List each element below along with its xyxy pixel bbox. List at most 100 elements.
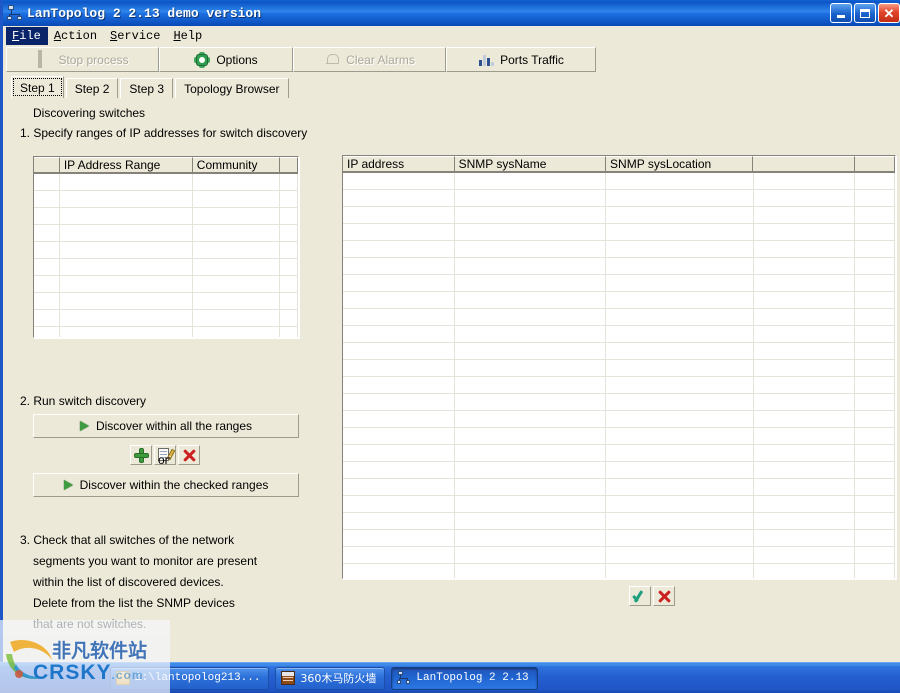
table-cell[interactable] <box>455 326 607 342</box>
discover-checked-ranges-button[interactable]: Discover within the checked ranges <box>33 473 299 497</box>
table-cell[interactable] <box>754 394 856 410</box>
menu-help[interactable]: Help <box>167 27 209 45</box>
table-row[interactable] <box>343 190 895 207</box>
table-cell[interactable] <box>455 564 607 578</box>
table-cell[interactable] <box>606 411 754 427</box>
table-cell[interactable] <box>455 428 607 444</box>
table-row[interactable] <box>34 259 298 276</box>
table-cell[interactable] <box>606 343 754 359</box>
table-cell[interactable] <box>280 208 298 224</box>
table-row[interactable] <box>343 564 895 578</box>
table-cell[interactable] <box>855 462 895 478</box>
table-cell[interactable] <box>855 513 895 529</box>
table-cell[interactable] <box>455 241 607 257</box>
table-row[interactable] <box>34 225 298 242</box>
table-cell[interactable] <box>455 479 607 495</box>
grid-col-snmp-sysname[interactable]: SNMP sysName <box>454 156 607 172</box>
table-cell[interactable] <box>193 225 281 241</box>
table-cell[interactable] <box>855 428 895 444</box>
table-cell[interactable] <box>455 394 607 410</box>
table-row[interactable] <box>343 496 895 513</box>
table-cell[interactable] <box>343 445 455 461</box>
grid-col-check[interactable] <box>34 157 60 173</box>
table-cell[interactable] <box>754 411 856 427</box>
table-cell[interactable] <box>455 207 607 223</box>
table-row[interactable] <box>343 360 895 377</box>
table-cell[interactable] <box>343 360 455 376</box>
table-cell[interactable] <box>60 327 193 337</box>
table-row[interactable] <box>34 174 298 191</box>
table-cell[interactable] <box>455 530 607 546</box>
table-cell[interactable] <box>455 360 607 376</box>
table-cell[interactable] <box>606 394 754 410</box>
table-row[interactable] <box>343 377 895 394</box>
grid-col-spare-2[interactable] <box>855 156 895 172</box>
table-row[interactable] <box>343 309 895 326</box>
table-row[interactable] <box>343 394 895 411</box>
table-cell[interactable] <box>855 394 895 410</box>
tab-topology-browser[interactable]: Topology Browser <box>175 78 289 98</box>
table-cell[interactable] <box>855 309 895 325</box>
accept-devices-button[interactable] <box>629 586 651 606</box>
delete-range-button[interactable] <box>178 445 200 465</box>
grid-col-ip-address[interactable]: IP address <box>343 156 455 172</box>
table-cell[interactable] <box>606 564 754 578</box>
table-cell[interactable] <box>343 292 455 308</box>
table-cell[interactable] <box>60 242 193 258</box>
table-cell[interactable] <box>280 191 298 207</box>
table-row[interactable] <box>343 343 895 360</box>
table-cell[interactable] <box>193 293 281 309</box>
table-cell[interactable] <box>343 530 455 546</box>
table-cell[interactable] <box>60 225 193 241</box>
table-cell[interactable] <box>343 411 455 427</box>
table-cell[interactable] <box>343 479 455 495</box>
table-row[interactable] <box>343 241 895 258</box>
table-cell[interactable] <box>343 241 455 257</box>
table-cell[interactable] <box>34 276 60 292</box>
table-cell[interactable] <box>343 343 455 359</box>
table-cell[interactable] <box>754 428 856 444</box>
table-cell[interactable] <box>855 445 895 461</box>
taskbar-item-360-firewall[interactable]: 360木马防火墙 <box>275 666 386 690</box>
table-cell[interactable] <box>455 258 607 274</box>
grid-col-snmp-syslocation[interactable]: SNMP sysLocation <box>606 156 754 172</box>
table-row[interactable] <box>34 208 298 225</box>
table-cell[interactable] <box>455 496 607 512</box>
table-cell[interactable] <box>855 479 895 495</box>
table-cell[interactable] <box>343 224 455 240</box>
table-cell[interactable] <box>34 293 60 309</box>
table-cell[interactable] <box>193 242 281 258</box>
table-cell[interactable] <box>754 258 856 274</box>
table-cell[interactable] <box>455 292 607 308</box>
table-cell[interactable] <box>343 513 455 529</box>
table-cell[interactable] <box>193 310 281 326</box>
table-row[interactable] <box>343 479 895 496</box>
table-cell[interactable] <box>193 259 281 275</box>
table-cell[interactable] <box>855 241 895 257</box>
table-cell[interactable] <box>280 293 298 309</box>
table-cell[interactable] <box>606 173 754 189</box>
table-cell[interactable] <box>60 259 193 275</box>
table-row[interactable] <box>343 224 895 241</box>
table-cell[interactable] <box>754 241 856 257</box>
table-cell[interactable] <box>606 377 754 393</box>
window-titlebar[interactable]: LanTopolog 2 2.13 demo version ✕ <box>3 0 900 26</box>
table-cell[interactable] <box>855 547 895 563</box>
ports-traffic-button[interactable]: Ports Traffic <box>446 47 596 72</box>
table-cell[interactable] <box>855 411 895 427</box>
menu-service[interactable]: Service <box>104 27 167 45</box>
table-cell[interactable] <box>455 513 607 529</box>
grid-col-spare-1[interactable] <box>753 156 856 172</box>
table-cell[interactable] <box>280 310 298 326</box>
tab-step-1[interactable]: Step 1 <box>11 76 64 98</box>
add-range-button[interactable] <box>130 445 152 465</box>
table-cell[interactable] <box>855 377 895 393</box>
table-cell[interactable] <box>34 208 60 224</box>
table-row[interactable] <box>343 275 895 292</box>
table-cell[interactable] <box>455 224 607 240</box>
maximize-button[interactable] <box>854 3 876 23</box>
grid-col-spare[interactable] <box>280 157 298 173</box>
table-cell[interactable] <box>754 496 856 512</box>
table-cell[interactable] <box>455 547 607 563</box>
table-cell[interactable] <box>754 462 856 478</box>
